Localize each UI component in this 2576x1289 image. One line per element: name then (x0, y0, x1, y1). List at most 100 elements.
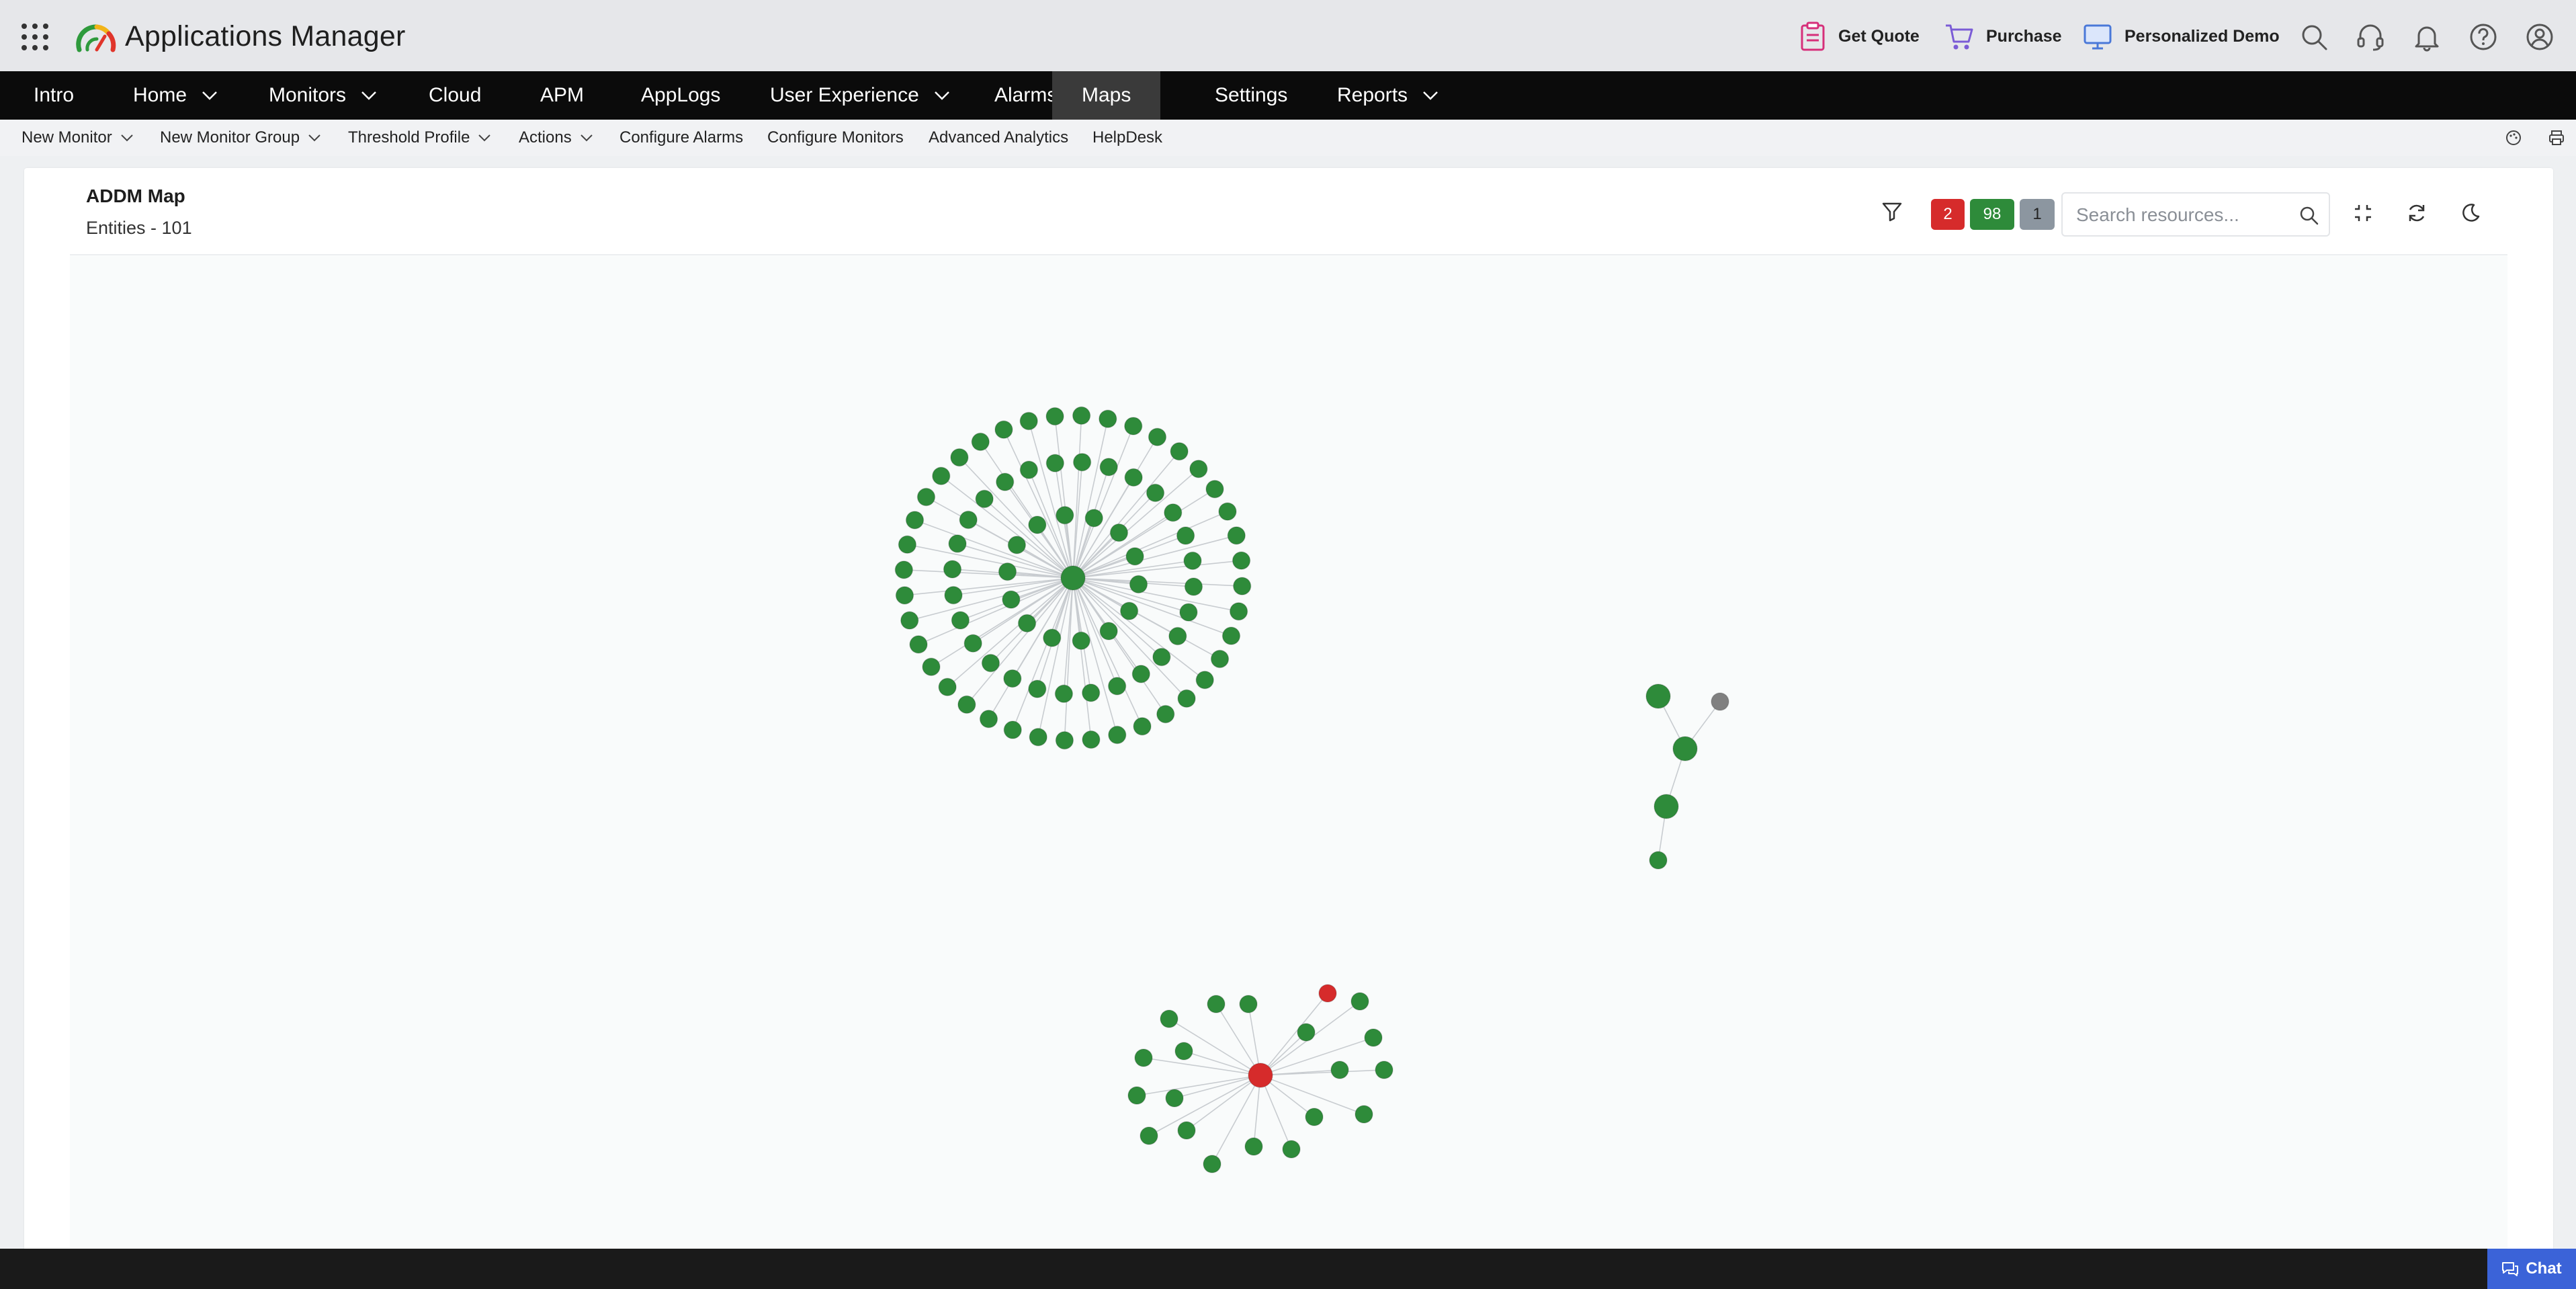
map-node[interactable] (1183, 551, 1202, 571)
nav-intro[interactable]: Intro (34, 71, 74, 120)
map-node[interactable] (1124, 417, 1143, 435)
map-node[interactable] (1003, 720, 1022, 739)
map-node[interactable] (1177, 689, 1196, 708)
unknown-count-badge[interactable]: 1 (2020, 199, 2055, 230)
map-node[interactable] (959, 510, 978, 530)
map-node[interactable] (900, 611, 919, 630)
map-node[interactable] (1045, 407, 1064, 426)
search-icon[interactable] (2299, 22, 2329, 52)
topology-map[interactable] (70, 255, 2507, 1289)
map-node[interactable] (1645, 683, 1671, 709)
map-node[interactable] (1210, 649, 1230, 669)
clear-count-badge[interactable]: 98 (1970, 199, 2014, 230)
palette-icon[interactable] (2505, 129, 2522, 147)
map-node[interactable] (1177, 1121, 1196, 1140)
map-node[interactable] (1146, 483, 1165, 503)
map-node[interactable] (1045, 454, 1065, 472)
configure-monitors-link[interactable]: Configure Monitors (767, 120, 904, 156)
map-node[interactable] (1028, 515, 1047, 534)
bell-icon[interactable] (2412, 22, 2442, 52)
map-node[interactable] (1099, 458, 1118, 476)
map-node[interactable] (1082, 730, 1101, 749)
map-node[interactable] (1028, 679, 1047, 698)
nav-monitors[interactable]: Monitors (269, 71, 377, 120)
map-node[interactable] (971, 432, 990, 452)
map-node[interactable] (995, 472, 1015, 491)
map-node[interactable] (1330, 1061, 1349, 1079)
map-node[interactable] (894, 560, 914, 579)
map-node[interactable] (1119, 601, 1139, 620)
map-node[interactable] (1282, 1140, 1301, 1159)
map-node[interactable] (963, 634, 982, 653)
nav-maps[interactable]: Maps (1052, 71, 1161, 120)
map-node[interactable] (1019, 411, 1038, 431)
personalized-demo-button[interactable]: Personalized Demo (2083, 20, 2280, 52)
map-node[interactable] (1297, 1023, 1316, 1042)
map-node[interactable] (932, 466, 951, 485)
map-node[interactable] (1168, 626, 1187, 646)
map-node[interactable] (1232, 577, 1252, 595)
map-node[interactable] (1654, 794, 1679, 819)
map-node[interactable] (1176, 526, 1195, 545)
map-node[interactable] (1107, 677, 1127, 696)
nav-applogs[interactable]: AppLogs (641, 71, 720, 120)
new-monitor-menu[interactable]: New Monitor (22, 120, 134, 156)
map-node[interactable] (1189, 459, 1208, 479)
map-node[interactable] (1131, 665, 1151, 683)
map-node[interactable] (1019, 460, 1039, 479)
map-node[interactable] (1099, 622, 1118, 640)
search-resources-input[interactable] (2075, 200, 2292, 230)
map-node[interactable] (909, 635, 928, 654)
new-monitor-group-menu[interactable]: New Monitor Group (160, 120, 321, 156)
map-node[interactable] (951, 611, 970, 630)
map-node[interactable] (1127, 1086, 1146, 1105)
map-node[interactable] (1203, 1155, 1221, 1173)
map-node[interactable] (943, 560, 962, 579)
filter-icon[interactable] (1880, 199, 1904, 223)
map-node[interactable] (975, 489, 994, 509)
map-node[interactable] (1350, 992, 1369, 1011)
map-node[interactable] (1072, 452, 1092, 472)
headset-icon[interactable] (2356, 22, 2385, 52)
map-node[interactable] (938, 677, 957, 697)
map-node[interactable] (1364, 1028, 1383, 1047)
map-node[interactable] (1043, 628, 1062, 647)
search-icon[interactable] (2298, 204, 2319, 226)
nav-cloud[interactable]: Cloud (429, 71, 481, 120)
map-node[interactable] (1002, 590, 1021, 609)
map-node[interactable] (1649, 851, 1668, 870)
map-node[interactable] (1056, 505, 1074, 525)
map-node[interactable] (1207, 995, 1226, 1013)
nav-alarms[interactable]: Alarms (994, 71, 1057, 120)
advanced-analytics-link[interactable]: Advanced Analytics (929, 120, 1068, 156)
map-node[interactable] (1375, 1061, 1393, 1079)
map-node[interactable] (1174, 1042, 1193, 1061)
helpdesk-link[interactable]: HelpDesk (1092, 120, 1162, 156)
map-node-critical[interactable] (1318, 984, 1337, 1003)
map-node[interactable] (922, 657, 941, 676)
map-node[interactable] (898, 535, 917, 554)
map-node[interactable] (1133, 717, 1152, 736)
map-node[interactable] (895, 586, 914, 605)
map-node[interactable] (1072, 631, 1090, 651)
map-node[interactable] (905, 511, 925, 530)
get-quote-button[interactable]: Get Quote (1799, 20, 1920, 52)
map-node[interactable] (1205, 480, 1224, 499)
map-node[interactable] (1081, 683, 1101, 702)
map-node[interactable] (1084, 509, 1103, 528)
map-node[interactable] (1239, 995, 1258, 1013)
map-node[interactable] (1229, 601, 1248, 621)
map-node[interactable] (1244, 1137, 1263, 1156)
map-node[interactable] (916, 487, 936, 507)
topology-graph[interactable] (70, 255, 2507, 1289)
map-node[interactable] (1099, 409, 1117, 428)
map-node[interactable] (1108, 725, 1127, 745)
map-node[interactable] (1124, 468, 1143, 487)
map-node[interactable] (1007, 536, 1027, 554)
map-node[interactable] (1125, 547, 1144, 566)
map-node[interactable] (1179, 603, 1198, 622)
map-node[interactable] (1305, 1108, 1324, 1126)
critical-count-badge[interactable]: 2 (1931, 199, 1965, 230)
map-node[interactable] (1072, 406, 1091, 425)
nav-reports[interactable]: Reports (1337, 71, 1439, 120)
